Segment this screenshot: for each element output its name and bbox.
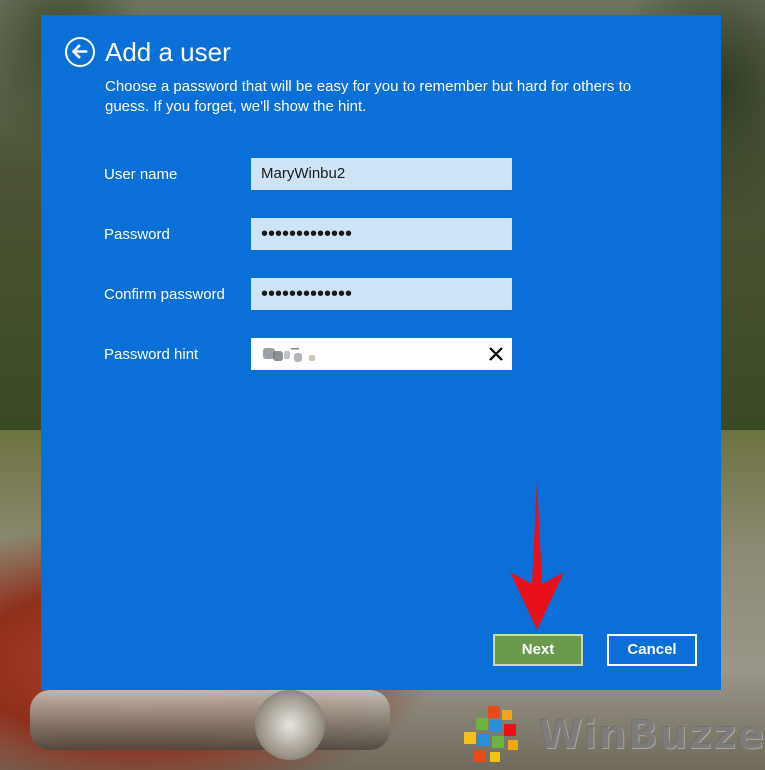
username-field[interactable] [251,158,512,190]
clear-hint-close-icon[interactable] [486,344,506,364]
password-label: Password [104,226,170,243]
red-down-arrow-icon [510,480,564,630]
winbuzzer-watermark: WinBuzzer [460,704,765,766]
back-arrow-icon [71,44,88,59]
back-button[interactable] [65,37,95,67]
next-button[interactable]: Next [493,634,583,666]
background-car-headlight [255,690,325,760]
watermark-text: WinBuzzer [538,712,765,758]
username-label: User name [104,166,178,183]
dialog-description: Choose a password that will be easy for … [105,78,632,115]
password-hint-label: Password hint [104,346,199,363]
add-user-dialog: Add a user Choose a password that will b… [41,15,721,690]
background-car-bumper [30,690,390,750]
dialog-title: Add a user [105,37,231,67]
blurred-hint-text [263,348,315,362]
cancel-button[interactable]: Cancel [607,634,697,666]
winbuzzer-logo-icon [464,706,518,762]
password-hint-container [251,338,512,370]
password-field[interactable]: ••••••••••••• [251,218,512,250]
confirm-password-field[interactable]: ••••••••••••• [251,278,512,310]
confirm-password-label: Confirm password [104,286,225,303]
